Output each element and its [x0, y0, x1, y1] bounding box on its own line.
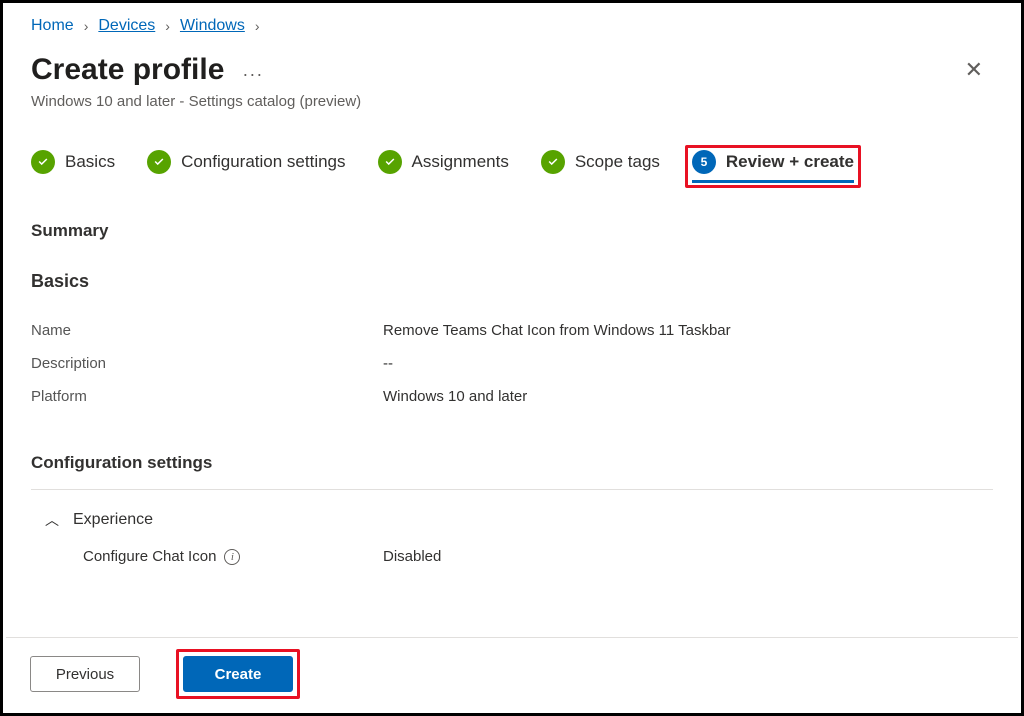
chevron-right-icon: › — [84, 18, 89, 34]
info-icon[interactable]: i — [224, 549, 240, 565]
step-number-badge: 5 — [692, 150, 716, 174]
step-review-create[interactable]: 5 Review + create — [692, 150, 854, 183]
close-icon[interactable]: ✕ — [955, 53, 993, 87]
field-platform: Platform Windows 10 and later — [31, 380, 993, 413]
breadcrumb: Home › Devices › Windows › — [31, 17, 993, 35]
check-icon — [541, 150, 565, 174]
field-value: -- — [383, 355, 393, 372]
step-label: Review + create — [726, 152, 854, 172]
chevron-right-icon: › — [255, 18, 260, 34]
highlight-annotation: Create — [176, 649, 300, 699]
breadcrumb-windows[interactable]: Windows — [180, 17, 245, 35]
chevron-up-icon: ︿ — [45, 510, 59, 530]
breadcrumb-devices[interactable]: Devices — [98, 17, 155, 35]
step-assignments[interactable]: Assignments — [378, 150, 509, 180]
field-description: Description -- — [31, 347, 993, 380]
check-icon — [31, 150, 55, 174]
page-title: Create profile — [31, 53, 224, 87]
setting-configure-chat-icon: Configure Chat Icon i Disabled — [31, 540, 993, 573]
field-label: Name — [31, 322, 383, 339]
create-button[interactable]: Create — [183, 656, 293, 692]
field-value: Windows 10 and later — [383, 388, 527, 405]
field-value: Remove Teams Chat Icon from Windows 11 T… — [383, 322, 731, 339]
check-icon — [147, 150, 171, 174]
basics-heading: Basics — [31, 271, 993, 292]
summary-heading: Summary — [31, 221, 993, 241]
previous-button[interactable]: Previous — [30, 656, 140, 692]
highlight-annotation: 5 Review + create — [685, 145, 861, 188]
field-name: Name Remove Teams Chat Icon from Windows… — [31, 314, 993, 347]
setting-value: Disabled — [383, 548, 441, 565]
step-scope-tags[interactable]: Scope tags — [541, 150, 660, 180]
step-label: Scope tags — [575, 152, 660, 172]
configuration-settings-heading: Configuration settings — [31, 453, 993, 490]
more-actions-icon[interactable]: ··· — [242, 56, 263, 85]
step-basics[interactable]: Basics — [31, 150, 115, 180]
field-label: Description — [31, 355, 383, 372]
page-subtitle: Windows 10 and later - Settings catalog … — [31, 93, 993, 110]
setting-label: Configure Chat Icon — [83, 548, 216, 565]
wizard-footer: Previous Create — [6, 637, 1018, 710]
check-icon — [378, 150, 402, 174]
group-label: Experience — [73, 511, 153, 529]
breadcrumb-home[interactable]: Home — [31, 17, 74, 35]
chevron-right-icon: › — [165, 18, 170, 34]
step-configuration-settings[interactable]: Configuration settings — [147, 150, 345, 180]
field-label: Platform — [31, 388, 383, 405]
step-label: Assignments — [412, 152, 509, 172]
group-experience[interactable]: ︿ Experience — [31, 490, 993, 540]
wizard-steps: Basics Configuration settings Assignment… — [31, 150, 993, 183]
step-label: Basics — [65, 152, 115, 172]
step-label: Configuration settings — [181, 152, 345, 172]
